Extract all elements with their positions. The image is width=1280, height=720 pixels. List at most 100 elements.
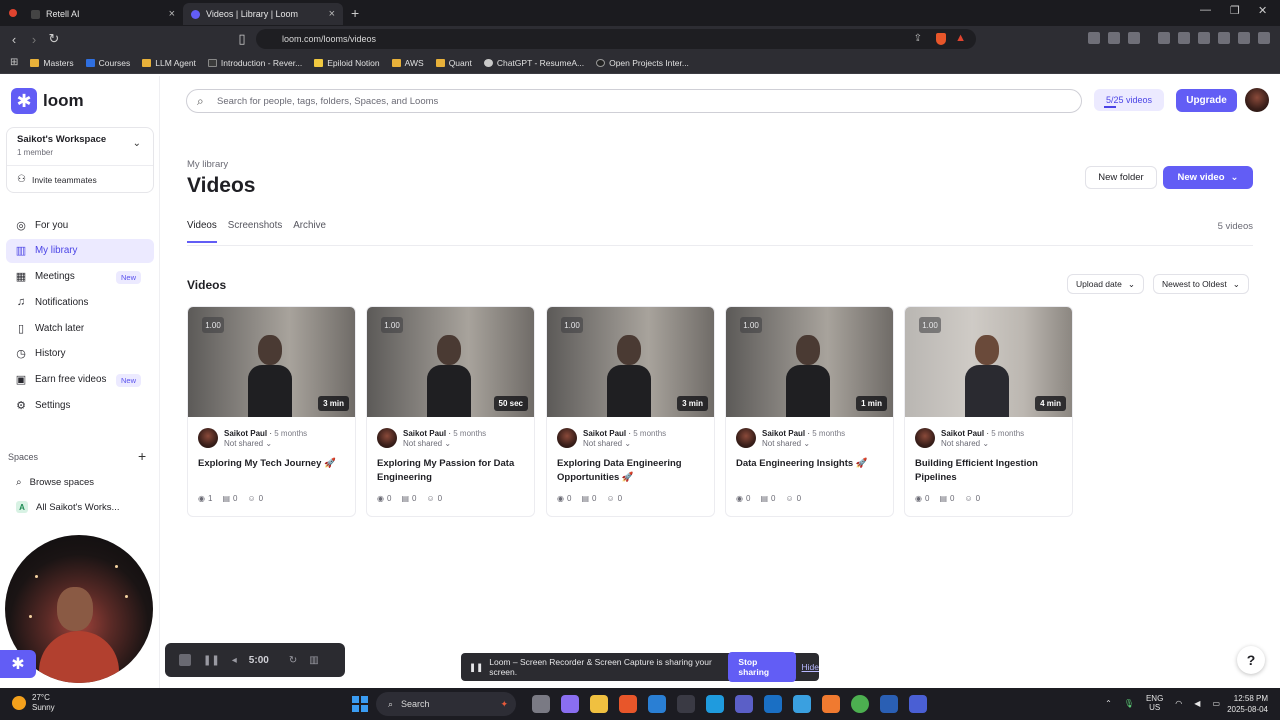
sidebar-item-watch-later[interactable]: ▯ Watch later <box>6 316 154 340</box>
sharing-status[interactable]: Not shared ⌄ <box>583 439 631 448</box>
extension-icon[interactable] <box>1128 32 1140 44</box>
taskbar-search[interactable]: ⌕ Search ✦ <box>376 692 516 716</box>
tab-archive[interactable]: Archive <box>293 220 326 243</box>
video-card[interactable]: 1.00 4 min Saikot Paul · 5 months Not sh… <box>904 306 1073 517</box>
tab-videos[interactable]: Videos <box>187 220 217 243</box>
sidebar-item-settings[interactable]: ⚙ Settings <box>6 394 154 418</box>
video-thumbnail[interactable]: 1.00 1 min <box>726 307 893 417</box>
bookmark-item[interactable]: LLM Agent <box>142 58 196 68</box>
sharing-status[interactable]: Not shared ⌄ <box>224 439 272 448</box>
breadcrumb[interactable]: My library <box>187 159 228 170</box>
trash-icon[interactable]: ▥ <box>309 655 318 666</box>
wallet-icon[interactable] <box>1198 32 1210 44</box>
app-icon[interactable] <box>822 695 840 713</box>
browser-menu-icon[interactable] <box>9 9 17 17</box>
sidebar-item-meetings[interactable]: ▦ Meetings New <box>6 265 154 289</box>
loom-recorder-icon[interactable]: ✱ <box>0 650 36 678</box>
browser-menu-icon[interactable] <box>1258 32 1270 44</box>
sort-order-dropdown[interactable]: Newest to Oldest ⌄ <box>1153 274 1249 294</box>
vpn-icon[interactable] <box>1238 32 1250 44</box>
close-tab-icon[interactable]: × <box>329 8 335 20</box>
edge-icon[interactable] <box>706 695 724 713</box>
minimize-icon[interactable]: — <box>1200 4 1211 16</box>
app-icon[interactable] <box>793 695 811 713</box>
extension-icon[interactable] <box>1108 32 1120 44</box>
bookmark-item[interactable]: Introduction - Rever... <box>207 58 302 68</box>
video-card[interactable]: 1.00 3 min Saikot Paul · 5 months Not sh… <box>546 306 715 517</box>
help-button[interactable]: ? <box>1237 646 1265 674</box>
browser-tab-retell[interactable]: Retell AI × <box>23 3 183 25</box>
bookmark-item[interactable]: AWS <box>391 58 424 68</box>
stop-sharing-button[interactable]: Stop sharing <box>728 652 796 682</box>
video-card[interactable]: 1.00 3 min Saikot Paul · 5 months Not sh… <box>187 306 356 517</box>
chrome-icon[interactable] <box>851 695 869 713</box>
system-clock[interactable]: 12:58 PM 2025-08-04 <box>1227 693 1268 715</box>
brave-shield-icon[interactable] <box>936 33 946 45</box>
browser-tab-loom[interactable]: Videos | Library | Loom × <box>183 3 343 25</box>
video-thumbnail[interactable]: 1.00 4 min <box>905 307 1072 417</box>
terminal-icon[interactable] <box>880 695 898 713</box>
tab-screenshots[interactable]: Screenshots <box>228 220 282 243</box>
new-video-button[interactable]: New video ⌄ <box>1163 166 1253 189</box>
video-quota-badge[interactable]: 5/25 videos <box>1094 89 1164 111</box>
vscode-icon[interactable] <box>648 695 666 713</box>
url-field[interactable]: loom.com/looms/videos ⇪ ▲ <box>256 29 976 49</box>
bookmark-item[interactable]: Courses <box>85 58 130 68</box>
forward-icon[interactable]: › <box>24 32 44 47</box>
bookmark-item[interactable]: ChatGPT - ResumeA... <box>483 58 584 68</box>
space-all-workspace[interactable]: A All Saikot's Works... <box>16 501 119 513</box>
video-title[interactable]: Data Engineering Insights 🚀 <box>736 457 886 471</box>
microphone-icon[interactable]: 🎙 <box>1124 699 1134 708</box>
pause-icon[interactable]: ❚❚ <box>203 655 220 666</box>
video-title[interactable]: Building Efficient Ingestion Pipelines <box>915 457 1065 485</box>
sharing-status[interactable]: Not shared ⌄ <box>941 439 989 448</box>
bookmark-item[interactable]: Quant <box>435 58 472 68</box>
weather-widget[interactable]: 27°C Sunny <box>12 693 55 713</box>
leo-ai-icon[interactable] <box>1218 32 1230 44</box>
back-icon[interactable]: ‹ <box>4 32 24 47</box>
outlook-icon[interactable] <box>764 695 782 713</box>
video-card[interactable]: 1.00 50 sec Saikot Paul · 5 months Not s… <box>366 306 535 517</box>
loom-logo[interactable]: ✱ loom <box>11 88 84 114</box>
stop-recording-icon[interactable] <box>179 654 191 666</box>
volume-icon[interactable]: ◀ <box>1194 699 1200 708</box>
video-thumbnail[interactable]: 1.00 3 min <box>188 307 355 417</box>
wifi-icon[interactable]: ◠ <box>1175 699 1182 708</box>
teams-icon[interactable] <box>909 695 927 713</box>
maximize-icon[interactable]: ❐ <box>1230 4 1240 17</box>
bookmark-item[interactable]: Masters <box>30 58 74 68</box>
video-title[interactable]: Exploring My Passion for Data Engineerin… <box>377 457 527 485</box>
add-space-icon[interactable]: + <box>138 448 146 464</box>
sidebar-item-earn-free-videos[interactable]: ▣ Earn free videos New <box>6 368 154 392</box>
hide-link[interactable]: Hide <box>802 662 819 672</box>
browse-spaces-link[interactable]: ⌕ Browse spaces <box>16 477 94 488</box>
upgrade-button[interactable]: Upgrade <box>1176 89 1237 112</box>
sidebar-item-history[interactable]: ◷ History <box>6 342 154 366</box>
sidebar-item-notifications[interactable]: ♫ Notifications <box>6 290 154 314</box>
new-folder-button[interactable]: New folder <box>1085 166 1157 189</box>
invite-teammates-button[interactable]: ⚇ Invite teammates <box>17 174 97 185</box>
close-window-icon[interactable]: ✕ <box>1258 4 1267 17</box>
sidebar-item-for-you[interactable]: ◎ For you <box>6 213 154 237</box>
sidebar-item-my-library[interactable]: ▥ My library <box>6 238 154 263</box>
bookmark-item[interactable]: Open Projects Inter... <box>596 58 689 68</box>
extension-icon[interactable] <box>1088 32 1100 44</box>
search-input[interactable]: ⌕ Search for people, tags, folders, Spac… <box>186 89 1082 113</box>
bookmark-item[interactable]: Epiloid Notion <box>314 58 380 68</box>
user-avatar[interactable] <box>1245 88 1269 112</box>
copilot-icon[interactable] <box>561 695 579 713</box>
battery-icon[interactable]: ▭ <box>1212 699 1220 708</box>
new-tab-icon[interactable]: + <box>351 5 359 21</box>
apps-grid-icon[interactable]: ⊞ <box>10 57 18 68</box>
restart-icon[interactable]: ↻ <box>289 655 297 666</box>
workspace-switcher[interactable]: Saikot's Workspace 1 member ⌄ ⚇ Invite t… <box>6 127 154 193</box>
app-icon[interactable] <box>677 695 695 713</box>
video-title[interactable]: Exploring Data Engineering Opportunities… <box>557 457 707 485</box>
video-thumbnail[interactable]: 1.00 3 min <box>547 307 714 417</box>
bookmark-page-icon[interactable]: ▯ <box>232 31 252 47</box>
download-icon[interactable] <box>1158 32 1170 44</box>
windows-start-icon[interactable] <box>352 696 368 712</box>
brave-browser-icon[interactable] <box>619 695 637 713</box>
share-page-icon[interactable]: ⇪ <box>914 33 922 44</box>
sharing-status[interactable]: Not shared ⌄ <box>403 439 451 448</box>
